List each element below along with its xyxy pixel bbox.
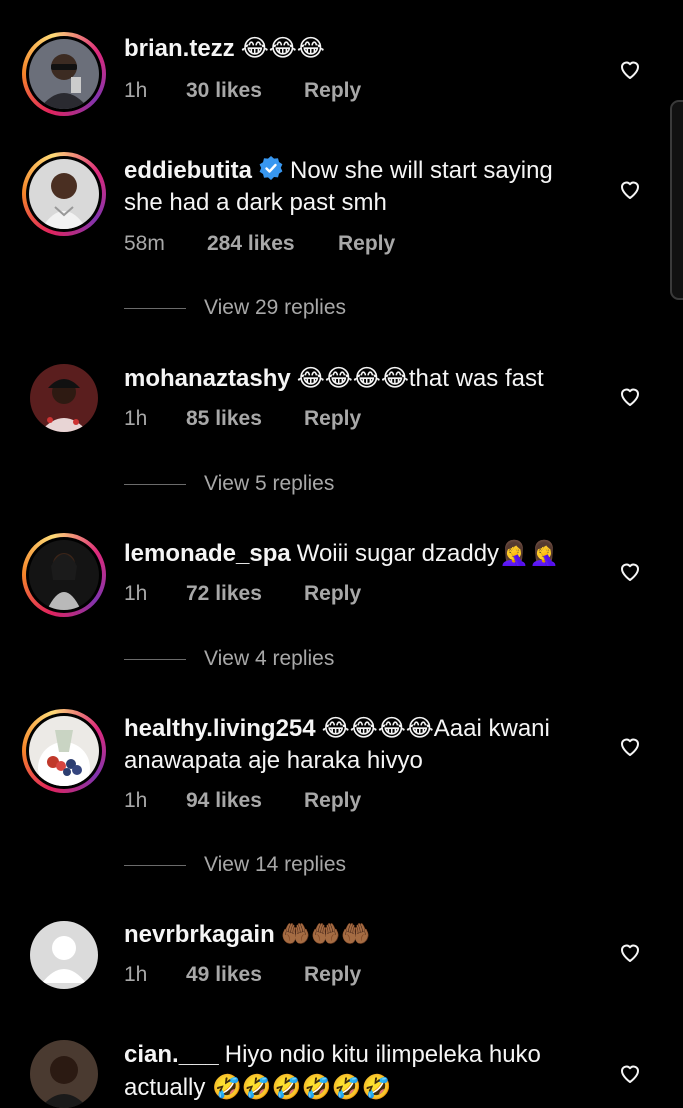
comment-time: 1h (124, 407, 148, 430)
verified-badge-icon (259, 156, 283, 180)
divider-line (124, 307, 186, 309)
comment-emoji: 🤦‍♀️🤦‍♀️ (499, 539, 559, 567)
view-replies-label: View 29 replies (204, 296, 347, 319)
reply-button[interactable]: Reply (304, 582, 361, 606)
username[interactable]: brian.tezz (124, 35, 235, 62)
comment-meta: 58m 284 likes Reply (124, 232, 395, 256)
reply-button[interactable]: Reply (304, 79, 361, 103)
comment-meta: 1h 49 likes Reply (124, 963, 361, 987)
divider-line (124, 864, 186, 866)
username[interactable]: healthy.living254 (124, 715, 316, 742)
heart-outline-icon[interactable] (618, 57, 642, 81)
comment-emoji: 😂😂😂 (240, 34, 325, 62)
heart-outline-icon[interactable] (618, 384, 642, 408)
view-replies-button[interactable]: View 4 replies (124, 647, 334, 671)
likes-count[interactable]: 284 likes (207, 232, 338, 256)
reply-button[interactable]: Reply (338, 232, 395, 256)
likes-count[interactable]: 49 likes (186, 963, 304, 987)
view-replies-label: View 14 replies (204, 853, 347, 876)
username[interactable]: cian.___ (124, 1041, 219, 1068)
comment-time: 1h (124, 963, 148, 986)
comment-text: that was fast (408, 365, 544, 392)
comment-emoji: 🤲🏾🤲🏾🤲🏾 (280, 920, 371, 948)
comment-meta: 1h 94 likes Reply (124, 789, 361, 813)
avatar[interactable] (30, 1040, 98, 1108)
username[interactable]: mohanaztashy (124, 365, 291, 392)
comment-emoji: 😂😂😂😂 (296, 364, 409, 392)
comment-time: 58m (124, 232, 165, 255)
comment-text: Woiii sugar dzaddy (296, 540, 500, 567)
avatar[interactable] (22, 32, 106, 116)
likes-count[interactable]: 94 likes (186, 789, 304, 813)
comment-body: healthy.living254 😂😂😂😂Aaai kwani anawapat… (124, 712, 594, 777)
view-replies-label: View 5 replies (204, 472, 335, 495)
likes-count[interactable]: 85 likes (186, 407, 304, 431)
default-avatar-icon (42, 936, 86, 983)
view-replies-button[interactable]: View 5 replies (124, 472, 334, 496)
comment-time: 1h (124, 789, 148, 812)
likes-count[interactable]: 72 likes (186, 582, 304, 606)
divider-line (124, 483, 186, 485)
comment-time: 1h (124, 79, 148, 102)
username[interactable]: eddiebutita (124, 157, 252, 184)
comment-body: mohanaztashy 😂😂😂😂that was fast (124, 362, 594, 395)
comment-time: 1h (124, 582, 148, 605)
comment-meta: 1h 30 likes Reply (124, 79, 361, 103)
heart-outline-icon[interactable] (618, 1061, 642, 1085)
avatar[interactable] (30, 364, 98, 432)
view-replies-button[interactable]: View 29 replies (124, 296, 346, 320)
scroll-indicator[interactable] (670, 100, 683, 300)
heart-outline-icon[interactable] (618, 177, 642, 201)
heart-outline-icon[interactable] (618, 559, 642, 583)
comment-meta: 1h 72 likes Reply (124, 582, 361, 606)
comment-emoji: 😂😂😂😂 (321, 714, 434, 742)
avatar[interactable] (22, 533, 106, 617)
username[interactable]: nevrbrkagain (124, 921, 275, 948)
likes-count[interactable]: 30 likes (186, 79, 304, 103)
reply-button[interactable]: Reply (304, 789, 361, 813)
comment-body: cian.___ Hiyo ndio kitu ilimpeleka huko a… (124, 1039, 594, 1104)
reply-button[interactable]: Reply (304, 963, 361, 987)
heart-outline-icon[interactable] (618, 734, 642, 758)
username[interactable]: lemonade_spa (124, 540, 291, 567)
comment-body: nevrbrkagain 🤲🏾🤲🏾🤲🏾 (124, 918, 594, 951)
avatar[interactable] (22, 709, 106, 793)
view-replies-button[interactable]: View 14 replies (124, 853, 346, 877)
comment-body: brian.tezz 😂😂😂 (124, 32, 594, 65)
heart-outline-icon[interactable] (618, 940, 642, 964)
avatar[interactable] (30, 921, 98, 989)
avatar[interactable] (22, 152, 106, 236)
comment-body: eddiebutita Now she will start saying she… (124, 155, 594, 219)
comment-meta: 1h 85 likes Reply (124, 407, 361, 431)
reply-button[interactable]: Reply (304, 407, 361, 431)
divider-line (124, 658, 186, 660)
comment-emoji: 🤣🤣🤣🤣🤣🤣 (212, 1073, 392, 1101)
view-replies-label: View 4 replies (204, 647, 335, 670)
comment-body: lemonade_spa Woiii sugar dzaddy🤦‍♀️🤦‍♀️ (124, 537, 594, 570)
